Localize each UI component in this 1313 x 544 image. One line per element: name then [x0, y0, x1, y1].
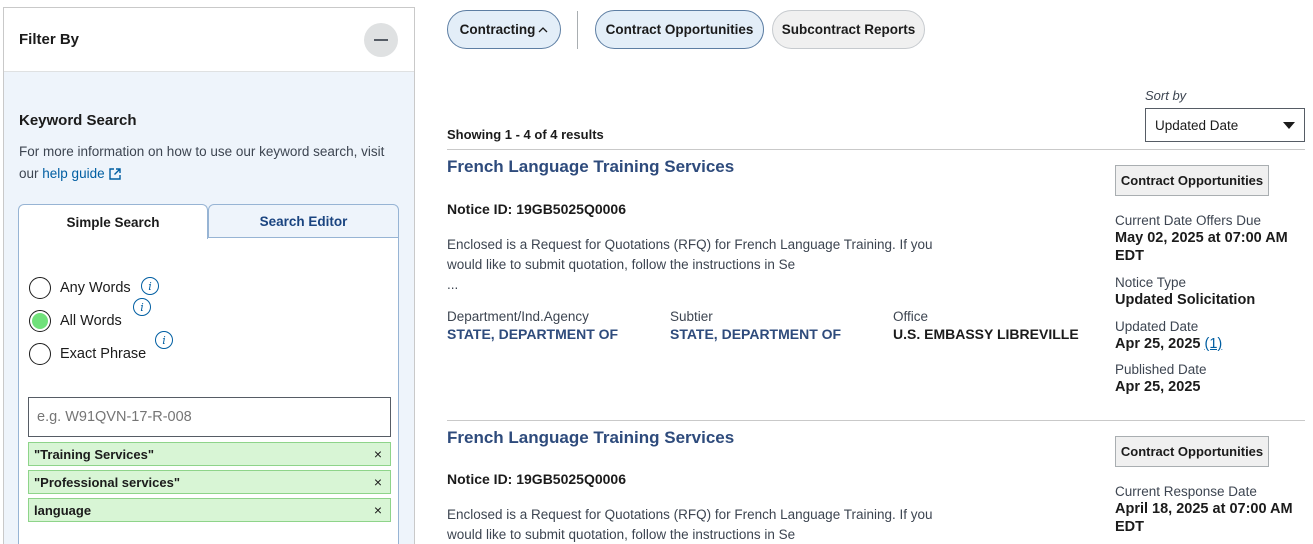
result-title-link[interactable]: French Language Training Services [447, 157, 734, 177]
keyword-search-section: Keyword Search For more information on h… [4, 72, 414, 185]
result-description: Enclosed is a Request for Quotations (RF… [447, 505, 947, 544]
keyword-search-input[interactable] [28, 397, 391, 437]
close-icon[interactable]: × [374, 502, 382, 518]
keyword-search-title: Keyword Search [19, 112, 137, 129]
radio-any-words-circle[interactable] [29, 277, 51, 299]
result-type-badge: Contract Opportunities [1115, 165, 1269, 196]
result-notice-id: Notice ID: 19GB5025Q0006 [447, 471, 626, 487]
contract-opportunities-button[interactable]: Contract Opportunities [595, 10, 764, 49]
caret-down-icon [1283, 121, 1295, 129]
subtier-value-link[interactable]: STATE, DEPARTMENT OF [670, 325, 841, 343]
updated-date-value: Apr 25, 2025 [1115, 336, 1201, 352]
result-due-date: Current Response Date April 18, 2025 at … [1115, 483, 1305, 536]
sort-select[interactable]: Updated Date [1145, 108, 1305, 142]
help-guide-link[interactable]: help guide [42, 166, 121, 181]
sort-selected-value: Updated Date [1155, 117, 1239, 133]
results-divider [447, 149, 1305, 150]
chevron-up-icon [538, 24, 548, 36]
close-icon[interactable]: × [374, 474, 382, 490]
due-date-value: April 18, 2025 at 07:00 AM EDT [1115, 501, 1293, 535]
minus-icon [374, 38, 388, 41]
keyword-chip-label: "Professional services" [34, 474, 181, 490]
radio-all-words[interactable]: All Words [29, 310, 122, 332]
search-mode-tabs: Simple Search Search Editor [18, 204, 399, 239]
radio-any-words[interactable]: Any Words [29, 277, 131, 299]
radio-any-words-label: Any Words [60, 280, 131, 296]
result-description-line: Enclosed is a Request for Quotations (RF… [447, 237, 933, 252]
radio-exact-phrase-label: Exact Phrase [60, 346, 147, 362]
keyword-chip: "Training Services" × [28, 442, 391, 466]
result-department: Department/Ind.Agency STATE, DEPARTMENT … [447, 309, 618, 343]
published-date-label: Published Date [1115, 362, 1207, 377]
result-description-more: ... [447, 277, 459, 292]
keyword-chip: "Professional services" × [28, 470, 391, 494]
result-office: Office U.S. EMBASSY LIBREVILLE [893, 309, 1079, 343]
external-link-icon [108, 168, 121, 180]
info-icon[interactable]: i [141, 277, 159, 295]
tab-simple-search[interactable]: Simple Search [18, 204, 208, 239]
results-count: Showing 1 - 4 of 4 results [447, 127, 604, 142]
updated-date-label: Updated Date [1115, 319, 1199, 334]
sort-by-label: Sort by [1145, 88, 1187, 103]
radio-exact-phrase[interactable]: Exact Phrase [29, 343, 146, 365]
published-date-value: Apr 25, 2025 [1115, 379, 1201, 395]
result-due-date: Current Date Offers Due May 02, 2025 at … [1115, 212, 1305, 265]
info-icon[interactable]: i [133, 298, 151, 316]
radio-all-words-label: All Words [60, 313, 122, 329]
due-date-value: May 02, 2025 at 07:00 AM EDT [1115, 230, 1288, 264]
result-description-line: would like to submit quotation, follow t… [447, 527, 796, 542]
contracting-label: Contracting [459, 22, 536, 37]
results-divider [447, 420, 1305, 421]
keyword-help-text: For more information on how to use our k… [19, 141, 399, 185]
update-history-link[interactable]: (1) [1204, 336, 1222, 352]
result-updated-date: Updated Date Apr 25, 2025 (1) [1115, 318, 1305, 353]
result-card: French Language Training Services Notice… [447, 157, 1305, 397]
help-guide-label: help guide [42, 166, 105, 181]
subcontract-reports-button[interactable]: Subcontract Reports [772, 10, 925, 49]
office-label: Office [893, 309, 929, 324]
simple-search-panel: Any Words i All Words i Exact Phrase i "… [18, 238, 399, 544]
result-title-link[interactable]: French Language Training Services [447, 428, 734, 448]
notice-type-value: Updated Solicitation [1115, 292, 1256, 308]
office-value: U.S. EMBASSY LIBREVILLE [893, 326, 1079, 342]
keyword-chip: language × [28, 498, 391, 522]
tab-search-editor[interactable]: Search Editor [208, 204, 399, 238]
department-label: Department/Ind.Agency [447, 309, 589, 324]
result-type-badge: Contract Opportunities [1115, 436, 1269, 467]
filter-title: Filter By [19, 31, 80, 48]
due-date-label: Current Date Offers Due [1115, 213, 1262, 228]
updated-date-value-row: Apr 25, 2025 (1) [1115, 335, 1305, 353]
nav-divider [577, 11, 578, 49]
notice-type-label: Notice Type [1115, 275, 1187, 290]
info-icon[interactable]: i [155, 331, 173, 349]
result-description-line: Enclosed is a Request for Quotations (RF… [447, 507, 933, 522]
due-date-label: Current Response Date [1115, 484, 1257, 499]
keyword-chip-label: language [34, 502, 92, 518]
result-description-line: would like to submit quotation, follow t… [447, 257, 796, 272]
result-subtier: Subtier STATE, DEPARTMENT OF [670, 309, 841, 343]
department-value-link[interactable]: STATE, DEPARTMENT OF [447, 325, 618, 343]
result-published-date: Published Date Apr 25, 2025 [1115, 361, 1305, 396]
subtier-label: Subtier [670, 309, 713, 324]
close-icon[interactable]: × [374, 446, 382, 462]
contracting-menu-button[interactable]: Contracting [447, 10, 561, 49]
result-card: French Language Training Services Notice… [447, 428, 1305, 544]
filter-header: Filter By [4, 8, 414, 72]
radio-exact-phrase-circle[interactable] [29, 343, 51, 365]
result-notice-id: Notice ID: 19GB5025Q0006 [447, 201, 626, 217]
filter-sidebar: Filter By Keyword Search For more inform… [3, 7, 415, 544]
result-description: Enclosed is a Request for Quotations (RF… [447, 235, 947, 295]
keyword-chip-label: "Training Services" [34, 446, 154, 462]
radio-selected-dot [32, 313, 48, 329]
radio-all-words-circle[interactable] [29, 310, 51, 332]
collapse-filters-button[interactable] [364, 22, 398, 57]
result-notice-type: Notice Type Updated Solicitation [1115, 274, 1305, 309]
